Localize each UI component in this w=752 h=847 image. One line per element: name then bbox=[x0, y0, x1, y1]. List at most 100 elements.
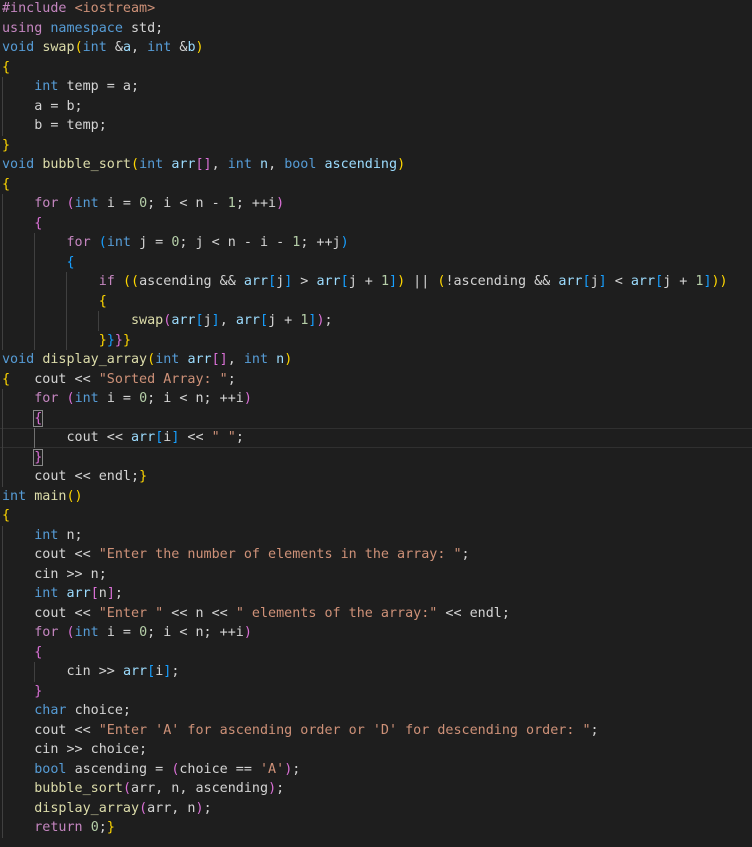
code-editor[interactable]: #include <iostream> using namespace std; v… bbox=[0, 0, 752, 847]
code-line[interactable]: cout << "Enter 'A' for ascending order o… bbox=[2, 721, 598, 741]
code-line[interactable]: char choice; bbox=[2, 701, 131, 721]
code-token: { bbox=[2, 371, 11, 387]
code-line[interactable]: bool ascending = (choice == 'A'); bbox=[2, 760, 300, 780]
code-token: !ascending && bbox=[445, 274, 559, 289]
code-line[interactable]: }}}} bbox=[2, 331, 131, 351]
code-token: bool bbox=[284, 157, 325, 172]
code-token: swap bbox=[131, 313, 164, 328]
code-line[interactable]: void bubble_sort(int arr[], int n, bool … bbox=[2, 155, 405, 175]
code-token: j bbox=[590, 274, 599, 289]
code-token: ) bbox=[195, 800, 204, 816]
code-token: "Enter 'A' for ascending order or 'D' fo… bbox=[98, 722, 591, 738]
code-token: for bbox=[34, 196, 67, 211]
code-token: [ bbox=[655, 274, 664, 289]
code-line[interactable]: if ((ascending && arr[j] > arr[j + 1]) |… bbox=[2, 272, 728, 292]
code-token: a = b; bbox=[2, 98, 83, 114]
code-token: { bbox=[34, 215, 43, 231]
code-line[interactable]: } bbox=[2, 448, 44, 468]
code-token: j = bbox=[139, 235, 172, 250]
code-token: j bbox=[276, 274, 285, 289]
code-line[interactable]: int main() bbox=[2, 487, 83, 507]
code-token: ] bbox=[106, 586, 115, 601]
code-token: int bbox=[34, 527, 67, 543]
code-token: cout << endl; bbox=[2, 469, 140, 484]
code-line[interactable]: for (int i = 0; i < n; ++i) bbox=[2, 623, 252, 643]
code-line[interactable]: { cout << "Sorted Array: "; bbox=[2, 370, 236, 390]
code-token: ( bbox=[122, 781, 131, 796]
code-line[interactable]: bubble_sort(arr, n, ascending); bbox=[2, 779, 284, 799]
code-token: ( bbox=[74, 40, 83, 55]
code-token: 1 bbox=[227, 196, 236, 211]
code-token: { bbox=[2, 59, 11, 75]
code-line[interactable]: cout << endl;} bbox=[2, 467, 147, 487]
code-token: bubble_sort bbox=[42, 157, 131, 172]
code-token: n bbox=[98, 586, 107, 601]
code-line[interactable]: } bbox=[2, 682, 42, 702]
code-line[interactable]: cout << arr[i] << " "; bbox=[2, 428, 243, 448]
code-token: int bbox=[82, 40, 115, 55]
code-token: } bbox=[106, 820, 115, 835]
code-token: { bbox=[33, 409, 44, 427]
code-token: #include bbox=[2, 1, 75, 16]
code-token: 0 bbox=[139, 391, 148, 406]
code-token: ] bbox=[703, 274, 712, 289]
code-token: swap bbox=[42, 40, 75, 55]
code-line[interactable]: int n; bbox=[2, 526, 82, 546]
code-line[interactable]: for (int j = 0; j < n - i - 1; ++j) bbox=[2, 233, 349, 253]
code-token: ascending bbox=[324, 157, 398, 172]
code-line[interactable]: cin >> arr[i]; bbox=[2, 662, 179, 682]
code-token: } bbox=[2, 137, 11, 153]
code-token: arr bbox=[66, 586, 91, 601]
code-token: ; bbox=[461, 547, 470, 562]
code-line[interactable]: cout << "Enter " << n << " elements of t… bbox=[2, 604, 510, 624]
code-line[interactable]: void swap(int &a, int &b) bbox=[2, 38, 204, 58]
code-token: return bbox=[34, 820, 91, 835]
code-line[interactable]: return 0;} bbox=[2, 818, 115, 838]
code-token: ( bbox=[147, 352, 156, 367]
code-line[interactable]: cout << "Enter the number of elements in… bbox=[2, 545, 470, 565]
code-line[interactable]: for (int i = 0; i < n; ++i) bbox=[2, 389, 252, 409]
code-token: ( bbox=[139, 800, 148, 816]
code-line[interactable]: { bbox=[2, 643, 42, 663]
code-line[interactable]: cin >> choice; bbox=[2, 740, 147, 760]
code-line[interactable]: a = b; bbox=[2, 97, 83, 117]
code-line[interactable]: void display_array(int arr[], int n) bbox=[2, 350, 292, 370]
code-line[interactable]: int temp = a; bbox=[2, 77, 139, 97]
code-line[interactable]: { bbox=[2, 214, 42, 234]
code-line[interactable]: for (int i = 0; i < n - 1; ++i) bbox=[2, 194, 284, 214]
code-token: int bbox=[74, 625, 107, 640]
code-line[interactable]: using namespace std; bbox=[2, 19, 163, 39]
code-line[interactable]: } bbox=[2, 136, 10, 156]
code-token: int bbox=[34, 586, 67, 601]
code-token: cin >> choice; bbox=[2, 742, 148, 757]
code-token: ; bbox=[114, 586, 123, 601]
code-line[interactable]: display_array(arr, n); bbox=[2, 799, 211, 819]
code-line[interactable]: cin >> n; bbox=[2, 565, 107, 585]
code-line[interactable]: int arr[n]; bbox=[2, 584, 123, 604]
code-line[interactable]: { bbox=[2, 506, 10, 526]
code-line[interactable]: { bbox=[2, 409, 44, 429]
code-token: ; j < n - i - bbox=[179, 235, 293, 250]
code-token: std; bbox=[131, 20, 164, 36]
code-line[interactable]: { bbox=[2, 175, 10, 195]
code-token: b bbox=[187, 40, 196, 55]
code-line[interactable]: #include <iostream> bbox=[2, 0, 155, 19]
code-line[interactable]: { bbox=[2, 292, 107, 312]
code-token: } bbox=[114, 332, 123, 348]
code-token: > bbox=[292, 274, 317, 289]
code-token: { bbox=[66, 254, 75, 270]
code-token: ) bbox=[195, 40, 204, 55]
code-line[interactable]: { bbox=[2, 58, 10, 78]
code-line[interactable]: { bbox=[2, 253, 75, 273]
code-line[interactable]: b = temp; bbox=[2, 116, 107, 136]
code-line[interactable]: swap(arr[j], arr[j + 1]); bbox=[2, 311, 333, 331]
